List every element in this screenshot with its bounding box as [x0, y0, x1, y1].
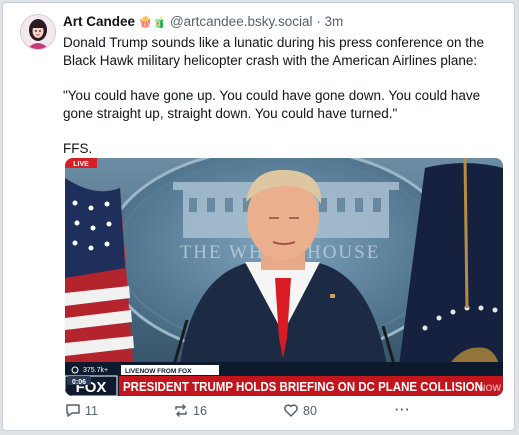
reply-icon: [65, 403, 81, 418]
corner-bug: NOW: [479, 383, 502, 393]
post-time[interactable]: 3m: [325, 14, 344, 29]
like-icon: [283, 403, 299, 418]
repost-icon: [173, 403, 189, 418]
network-tag: LIVENOW FROM FOX: [125, 368, 192, 375]
viewer-count: 375.7k+: [83, 367, 108, 374]
separator: ·: [316, 14, 321, 29]
repost-count: 16: [193, 403, 207, 418]
like-count: 80: [303, 403, 317, 418]
post-paragraph-3: FFS.: [63, 141, 93, 156]
author-emojis: 🍿🧃: [138, 17, 167, 29]
repost-button[interactable]: 16: [173, 403, 207, 418]
more-icon: ···: [395, 403, 411, 417]
author-handle[interactable]: @artcandee.bsky.social: [170, 14, 313, 29]
like-button[interactable]: 80: [283, 403, 317, 418]
video-clock: 0:06: [72, 379, 86, 386]
post-body: Donald Trump sounds like a lunatic durin…: [63, 34, 503, 175]
post-header: Art Candee 🍿🧃 @artcandee.bsky.social · 3…: [63, 14, 343, 29]
video-headline: PRESIDENT TRUMP HOLDS BRIEFING ON DC PLA…: [123, 380, 483, 394]
reply-button[interactable]: 11: [65, 403, 98, 418]
more-button[interactable]: ···: [395, 403, 411, 417]
reply-count: 11: [85, 403, 98, 418]
post-paragraph-1: Donald Trump sounds like a lunatic durin…: [63, 35, 484, 68]
live-badge: LIVE: [73, 161, 89, 168]
post-actions: 11 16 80 ···: [65, 403, 495, 423]
post-paragraph-2: "You could have gone up. You could have …: [63, 88, 481, 121]
video-thumbnail[interactable]: THE WHITE HOUSE: [65, 158, 503, 396]
avatar[interactable]: [20, 14, 56, 50]
post-card[interactable]: Art Candee 🍿🧃 @artcandee.bsky.social · 3…: [2, 2, 515, 431]
author-name[interactable]: Art Candee: [63, 14, 135, 29]
